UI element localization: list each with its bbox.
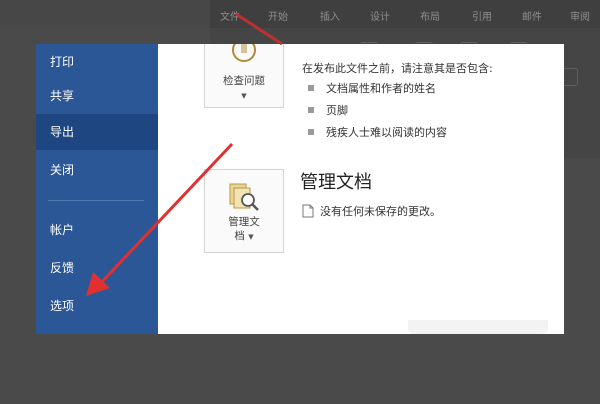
annotation-arrows — [86, 12, 283, 296]
red-arrow-line — [235, 12, 283, 46]
red-arrow-line — [96, 142, 234, 288]
